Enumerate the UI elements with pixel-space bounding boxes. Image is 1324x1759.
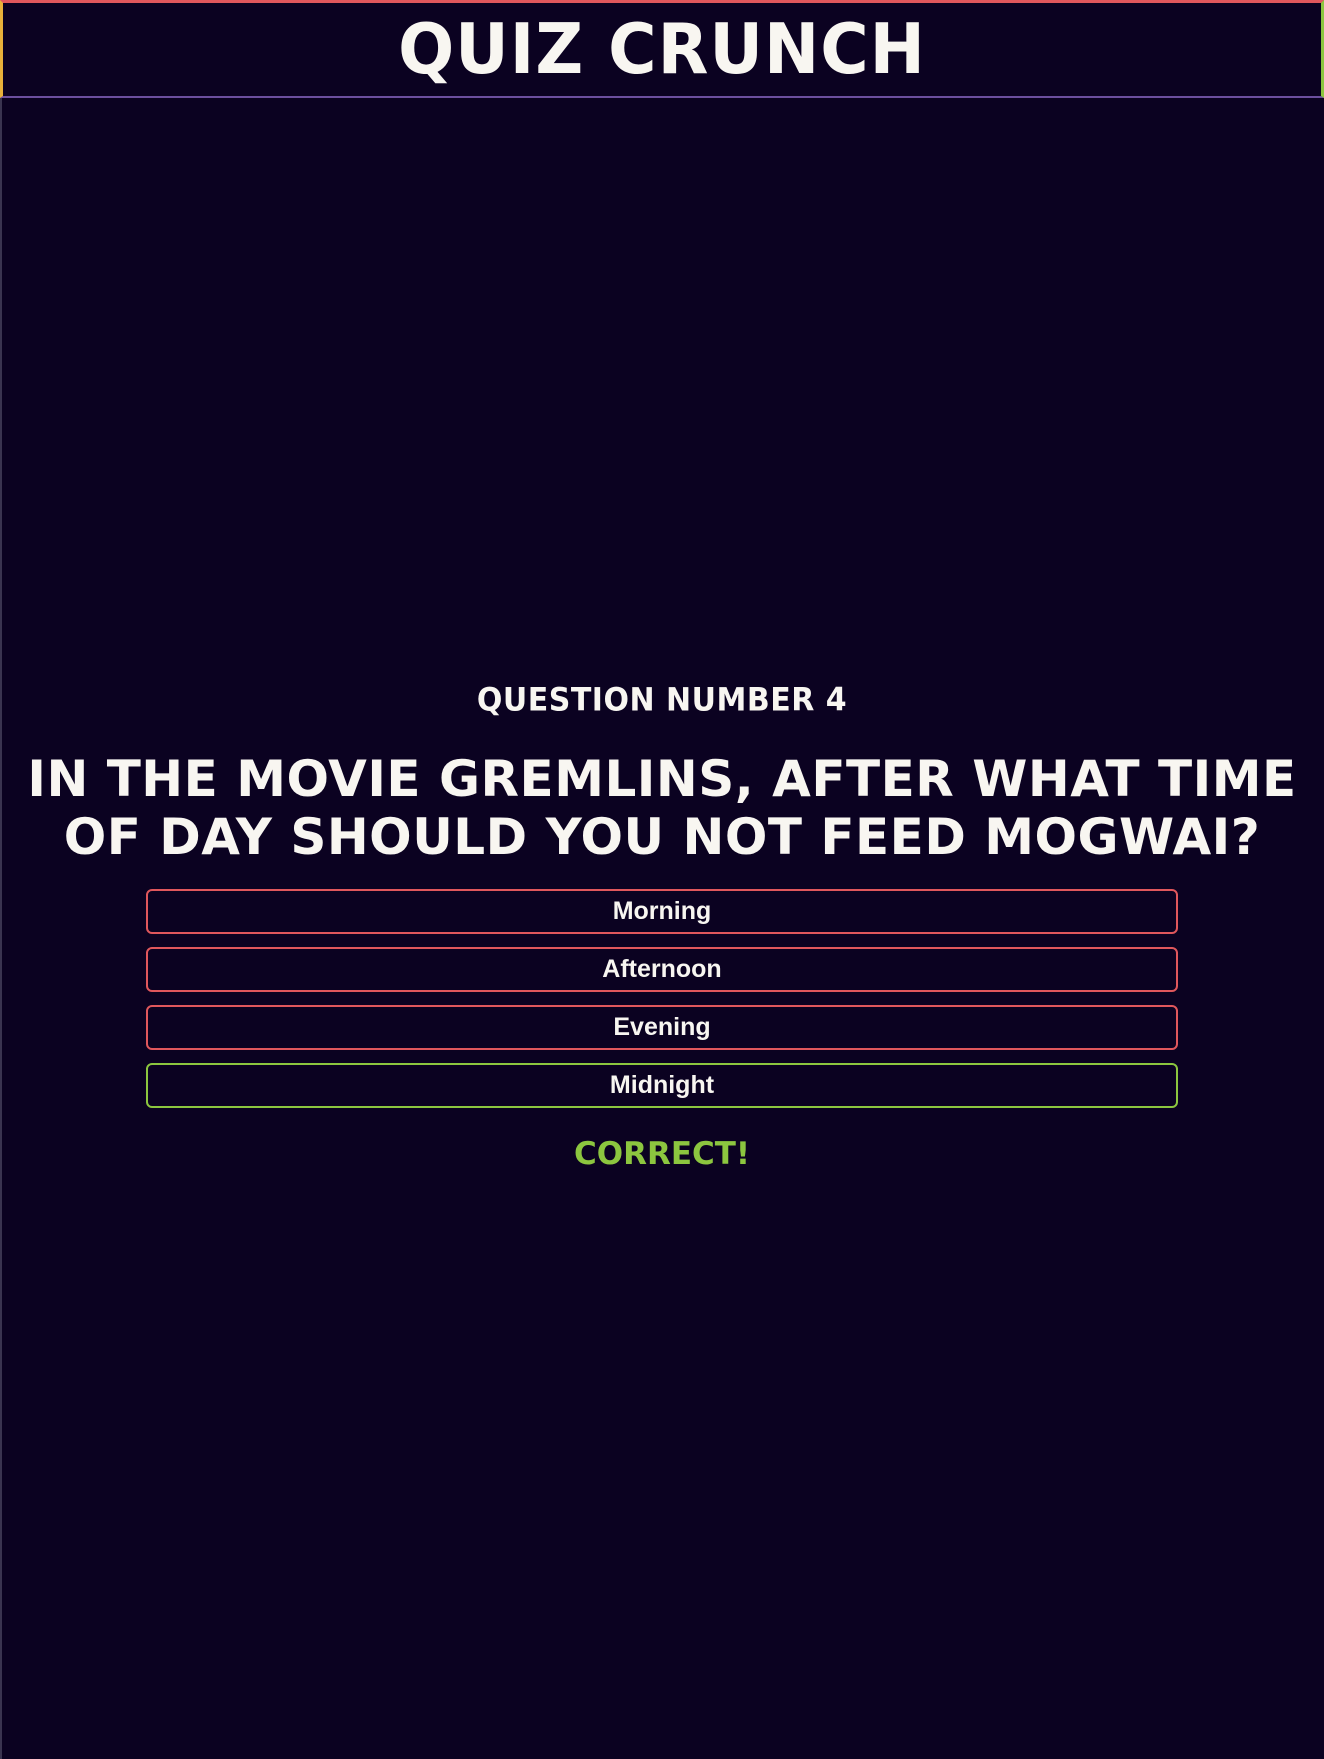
result-message: Correct! [573,1136,751,1172]
quiz-container: Question Number 4 In the movie Gremlins,… [0,670,1324,1174]
answer-button-morning[interactable]: Morning [146,889,1178,934]
answer-list: Morning Afternoon Evening Midnight [146,889,1178,1108]
question-text: In the movie Gremlins, after what time o… [27,750,1297,866]
answer-button-midnight[interactable]: Midnight [146,1063,1178,1108]
site-header: Quiz Crunch [0,0,1324,98]
question-number: Question Number 4 [476,681,848,720]
answer-button-evening[interactable]: Evening [146,1005,1178,1050]
site-title: Quiz Crunch [398,8,926,90]
answer-button-afternoon[interactable]: Afternoon [146,947,1178,992]
